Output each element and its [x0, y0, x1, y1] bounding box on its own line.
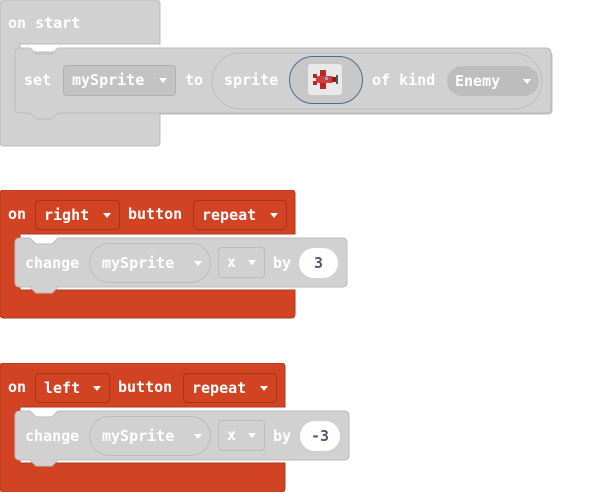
button-label: button	[128, 205, 183, 223]
change-label: change	[25, 254, 80, 272]
on-start-label: on start	[8, 14, 81, 32]
button-label: button	[118, 378, 173, 396]
chevron-down-icon	[523, 78, 531, 84]
chevron-down-icon	[103, 212, 111, 218]
sprite-label: sprite	[224, 71, 279, 89]
button-dropdown-value: left	[44, 378, 81, 397]
on-label: on	[8, 205, 27, 223]
amount-value: 3	[313, 253, 324, 272]
button-dropdown-value: right	[44, 205, 90, 224]
red-airplane-icon	[313, 70, 338, 89]
variable-dropdown-value: mySprite	[72, 71, 145, 89]
by-label: by	[273, 254, 292, 272]
amount-value: -3	[310, 426, 330, 445]
sprite-variable-dropdown[interactable]: mySprite	[89, 243, 211, 283]
image-picker[interactable]	[289, 56, 363, 104]
amount-input[interactable]: -3	[299, 420, 341, 452]
event-dropdown-value: repeat	[192, 378, 247, 397]
chevron-down-icon	[194, 433, 202, 439]
kind-dropdown[interactable]: Enemy	[447, 66, 539, 96]
chevron-down-icon	[248, 260, 256, 265]
chevron-down-icon	[159, 78, 167, 83]
property-dropdown[interactable]: x	[218, 420, 265, 451]
to-label: to	[185, 71, 204, 89]
change-label: change	[25, 427, 80, 445]
set-label: set	[24, 71, 52, 89]
sprite-variable-value: mySprite	[102, 253, 175, 272]
variable-dropdown[interactable]: mySprite	[63, 65, 176, 96]
event-dropdown-value: repeat	[202, 205, 257, 224]
property-dropdown[interactable]: x	[218, 247, 265, 278]
property-dropdown-value: x	[227, 253, 237, 271]
image-preview	[308, 64, 342, 95]
chevron-down-icon	[194, 260, 202, 266]
event-dropdown[interactable]: repeat	[193, 200, 287, 230]
chevron-down-icon	[93, 385, 101, 391]
sprite-variable-value: mySprite	[102, 426, 175, 445]
event-dropdown[interactable]: repeat	[183, 373, 277, 403]
chevron-down-icon	[248, 433, 256, 438]
button-dropdown[interactable]: right	[35, 200, 120, 230]
chevron-down-icon	[260, 385, 268, 391]
kind-dropdown-value: Enemy	[455, 71, 501, 90]
amount-input[interactable]: 3	[298, 247, 339, 279]
chevron-down-icon	[270, 212, 278, 218]
sprite-variable-dropdown[interactable]: mySprite	[89, 416, 211, 456]
on-label: on	[8, 378, 27, 396]
of-kind-label: of kind	[372, 71, 436, 89]
property-dropdown-value: x	[227, 426, 237, 444]
button-dropdown[interactable]: left	[35, 373, 110, 403]
by-label: by	[273, 427, 292, 445]
